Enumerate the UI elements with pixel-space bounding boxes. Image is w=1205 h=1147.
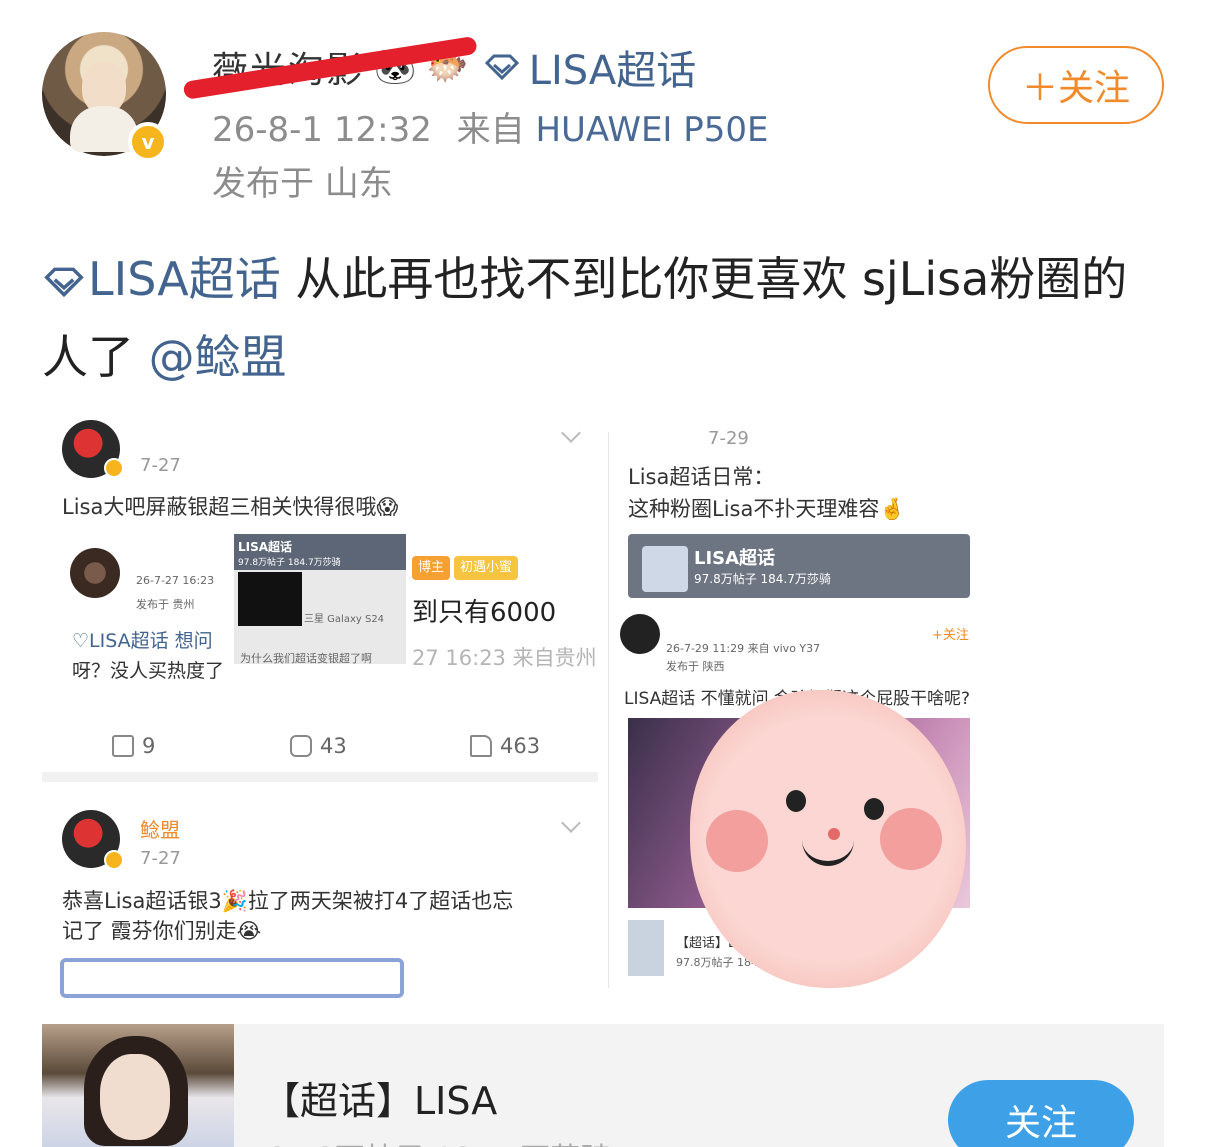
post-time: 26-8-1 12:32 bbox=[212, 110, 432, 150]
overlay-title: LISA超话 bbox=[238, 540, 293, 554]
inner-location: 发布于 贵州 bbox=[136, 598, 195, 611]
post-chaohua-label: LISA超话 bbox=[88, 252, 281, 306]
overlay-sub: 97.8万帖子 184.7万莎骑 bbox=[238, 558, 341, 568]
inner-date: 26-7-27 16:23 bbox=[136, 574, 215, 587]
overlay-header: LISA超话 97.8万帖子 184.7万莎骑 bbox=[234, 534, 406, 570]
comment-stat: 43 bbox=[290, 734, 347, 758]
chaohua-follow-button[interactable]: 关注 bbox=[948, 1080, 1134, 1147]
right-eye bbox=[864, 798, 884, 820]
blogger-badge: 博主 bbox=[412, 556, 451, 580]
overlay-text: 为什么我们超话变银超了啊 bbox=[240, 652, 372, 665]
inner-avatar bbox=[70, 548, 120, 598]
embedded-date: 7-27 bbox=[140, 455, 181, 476]
post-device[interactable]: HUAWEI P50E bbox=[535, 110, 768, 150]
embedded-name: 鲶盟 bbox=[140, 818, 180, 842]
footer-thumb bbox=[628, 920, 664, 976]
verified-badge-icon bbox=[104, 458, 124, 478]
cover-face bbox=[100, 1054, 170, 1140]
post-source-prefix: 来自 bbox=[456, 110, 525, 150]
embedded-card bbox=[60, 958, 404, 998]
embedded-date: 7-27 bbox=[140, 848, 181, 869]
left-cheek bbox=[706, 810, 768, 872]
chaohua-thumb bbox=[642, 546, 688, 592]
chaohua-header-screenshot: LISA超话 97.8万帖子 184.7万莎骑 bbox=[628, 534, 970, 598]
post-text: LISA超话 从此再也找不到比你更喜欢 sjLisa粉圈的人了 @鲶盟 bbox=[42, 240, 1162, 396]
chaohua-card-sub: 97.8万帖子 184.7万莎骑 bbox=[268, 1134, 610, 1147]
badge-row: 博主 初遇小蜜 bbox=[412, 556, 519, 580]
chaohua-sub: 97.8万帖子 184.7万莎骑 bbox=[694, 572, 831, 586]
chaohua-card-title: 【超话】LISA bbox=[262, 1079, 498, 1123]
embedded-text: Lisa大吧屏蔽银超三相关快得很哦😱 bbox=[62, 495, 399, 519]
embedded-text-2: 这种粉圈Lisa不扑天理难容🤞 bbox=[628, 497, 906, 521]
comment-count: 43 bbox=[320, 734, 347, 758]
comment-icon bbox=[290, 735, 312, 757]
embedded-text-1: 恭喜Lisa超话银3🎉拉了两天架被打4了超话也忘 bbox=[62, 889, 514, 913]
inner-location: 发布于 陕西 bbox=[666, 660, 725, 673]
inner-meta: 26-7-29 11:29 来自 vivo Y37 bbox=[666, 642, 821, 655]
mouth bbox=[802, 840, 854, 866]
chaohua-title: LISA超话 bbox=[694, 548, 776, 569]
embedded-text-2: 记了 霞芬你们别走😭 bbox=[62, 919, 262, 943]
nose bbox=[828, 828, 840, 840]
censor-block bbox=[238, 572, 302, 626]
mention-link[interactable]: @鲶盟 bbox=[149, 330, 287, 384]
repost-count: 9 bbox=[142, 734, 156, 758]
inner-avatar bbox=[620, 614, 660, 654]
post-location: 发布于 山东 bbox=[212, 164, 393, 204]
diamond-icon bbox=[484, 54, 519, 80]
overlay-time: 27 16:23 来自贵州 bbox=[412, 646, 597, 670]
chaohua-cover bbox=[42, 1024, 234, 1147]
overlay-device: 三星 Galaxy S24 bbox=[304, 614, 385, 625]
diamond-icon bbox=[44, 267, 84, 298]
fan-badge: 初遇小蜜 bbox=[454, 556, 519, 580]
left-eye bbox=[786, 790, 806, 812]
small-follow: +关注 bbox=[932, 628, 969, 643]
thumbs-up-icon bbox=[470, 735, 492, 757]
inner-text-2: 呀？没人买热度了 bbox=[72, 660, 225, 682]
right-cheek bbox=[880, 808, 942, 870]
verified-badge-icon bbox=[104, 850, 124, 870]
like-stat: 463 bbox=[470, 734, 540, 758]
overlay-big-text: 到只有6000 bbox=[412, 598, 557, 628]
post-meta: 26-8-1 12:32 来自 HUAWEI P50E bbox=[212, 102, 769, 151]
chaohua-card[interactable]: 【超话】LISA 97.8万帖子 184.7万莎骑 关注 bbox=[42, 1024, 1164, 1147]
like-count: 463 bbox=[500, 734, 541, 758]
inner-text-1: ♡LISA超话 想问 bbox=[72, 630, 213, 652]
embedded-text-1: Lisa超话日常： bbox=[628, 465, 775, 489]
verified-badge-icon: v bbox=[128, 122, 168, 162]
repost-stat: 9 bbox=[112, 734, 155, 758]
follow-button[interactable]: ＋关注 bbox=[988, 46, 1164, 124]
chaohua-link[interactable]: LISA超话 bbox=[484, 38, 697, 96]
separator bbox=[42, 772, 598, 782]
embedded-date: 7-29 bbox=[708, 428, 749, 449]
chaohua-label: LISA超话 bbox=[528, 48, 697, 94]
post-chaohua-link[interactable]: LISA超话 bbox=[42, 252, 281, 306]
repost-icon bbox=[112, 735, 134, 757]
